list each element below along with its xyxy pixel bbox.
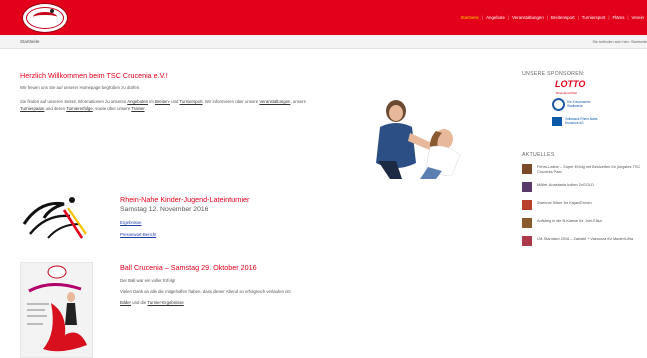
nav-startseite[interactable]: Startseite [457, 15, 482, 20]
nav-angebote[interactable]: Angebote [483, 15, 508, 20]
intro-text: , unsere [290, 99, 306, 104]
sponsor-volksbank-logo[interactable]: Volksbank Rhein-Nahe-Hunsrück eG [552, 116, 602, 128]
nav-flaems[interactable]: Fläms [609, 15, 627, 20]
event-title[interactable]: Rhein-Nahe Kinder-Jugend-Lateinturnier [120, 195, 249, 204]
ball-poster-image [20, 262, 93, 358]
news-item[interactable]: Aufstieg in die B-Klasse für Joel-Elisa [522, 218, 644, 236]
breadcrumb[interactable]: Startseite [20, 39, 39, 44]
intro-text: Sie finden auf unseren Seiten Informatio… [20, 99, 128, 104]
news-item[interactable]: LM-Standard 2016 – Zaklatil + Vakrusza f… [522, 236, 644, 254]
logo-swoosh-shape [33, 12, 57, 22]
sponsors-heading: UNSERE SPONSOREN: [522, 71, 585, 77]
tournament-results-link[interactable]: Turnier-Ergebnisse [147, 300, 183, 305]
sponsor-volksbank-text: Volksbank Rhein-Nahe-Hunsrück eG [565, 117, 599, 125]
link-turniererfolge[interactable]: Turniererfolge [66, 106, 93, 111]
press-report-link[interactable]: Pressewart-Bericht [120, 232, 156, 237]
you-are-here-text: Sie befinden sich hier: Startseite [592, 40, 647, 44]
page-title: Herzlich Willkommen beim TSC Crucenia e.… [20, 71, 168, 80]
sponsor-stadtwerke-logo[interactable]: Die Kreuznacher Stadtwerke [552, 97, 602, 115]
dancing-couple-image [366, 93, 472, 180]
news-item[interactable]: Zweimal Silber für Kajan/Ermen [522, 200, 644, 218]
results-link[interactable]: Ergebnisse [120, 220, 142, 225]
sponsor-lotto-logo[interactable]: LOTTO [555, 79, 585, 89]
intro-text: und [170, 99, 180, 104]
intro-paragraph: Sie finden auf unseren Seiten Informatio… [20, 98, 330, 112]
event-link-row: Pressewart-Bericht [120, 232, 249, 237]
volksbank-icon [552, 117, 562, 126]
news-title[interactable]: Möller-Anastasia holten 2xGOLD [537, 182, 644, 187]
nav-veranstaltungen[interactable]: Veranstaltungen [509, 15, 547, 20]
intro-text: und deren [44, 106, 67, 111]
intro-text: . [144, 106, 146, 111]
intro-text: , sowie über unsere [92, 106, 132, 111]
news-thumbnail [522, 200, 532, 210]
intro-text: . Wir informieren über unsere [202, 99, 260, 104]
news-title[interactable]: Aufstieg in die B-Klasse für Joel-Elisa [537, 218, 644, 223]
sponsor-lotto-sub: Rheinland-Pfalz [556, 91, 578, 95]
nav-turniersport[interactable]: Turniersport [579, 15, 609, 20]
dancer-swirl-icon [22, 197, 87, 239]
nav-breitensport[interactable]: Breitensport [548, 15, 578, 20]
intro-line: Wir freuen uns Sie auf unserer Homepage … [20, 85, 141, 90]
event-title[interactable]: Ball Crucenia – Samstag 29. Oktober 2016 [120, 263, 291, 272]
logo-dancer-shape [50, 9, 54, 13]
news-title[interactable]: LM-Standard 2016 – Zaklatil + Vakrusza f… [537, 236, 644, 241]
sponsor-stadtwerke-text: Die Kreuznacher Stadtwerke [567, 100, 591, 108]
event-link-row: Ergebnisse [120, 220, 249, 225]
news-thumbnail [522, 236, 532, 246]
news-item[interactable]: Fehrs-Latine – Super Erfolg mit Bestzeit… [522, 164, 644, 182]
link-veranstaltungen[interactable]: Veranstaltungen [259, 99, 290, 104]
event-text: Der Ball war ein voller Erfolg! [120, 278, 176, 283]
event-text: und die [131, 300, 148, 305]
link-trainer[interactable]: Trainer [131, 106, 144, 111]
ball-poster-illustration [27, 265, 87, 352]
link-turniersport[interactable]: Turniersport [180, 99, 203, 104]
event-ball-crucenia: Ball Crucenia – Samstag 29. Oktober 2016… [120, 263, 291, 305]
news-heading: AKTUELLES [522, 152, 555, 158]
pictures-link[interactable]: Bilder [120, 300, 131, 305]
nav-verein[interactable]: Verein [629, 15, 647, 20]
news-thumbnail [522, 218, 532, 228]
intro-text: im [148, 99, 155, 104]
news-title[interactable]: Zweimal Silber für Kajan/Ermen [537, 200, 644, 205]
event-text: Vielen Dank an alle die mitgeholfen habe… [120, 289, 291, 294]
event-kinder-jugend: Rhein-Nahe Kinder-Jugend-Lateinturnier S… [120, 195, 249, 237]
news-list: Fehrs-Latine – Super Erfolg mit Bestzeit… [522, 164, 644, 254]
dancing-couple-illustration [376, 100, 461, 179]
news-item[interactable]: Möller-Anastasia holten 2xGOLD [522, 182, 644, 200]
news-title[interactable]: Fehrs-Latine – Super Erfolg mit Bestzeit… [537, 164, 644, 174]
club-logo[interactable] [22, 3, 68, 33]
top-header: Startseite | Angebote | Veranstaltungen | B… [0, 0, 647, 35]
news-thumbnail [522, 182, 532, 192]
breadcrumb-bar: Startseite Sie befinden sich hier: Start… [0, 35, 647, 49]
link-angebote[interactable]: Angeboten [127, 99, 148, 104]
event-dancer-logo-image [20, 194, 92, 240]
stadtwerke-icon [552, 98, 565, 111]
event-date: Samstag 12. November 2016 [120, 206, 209, 213]
link-breitensport[interactable]: Breiten- [155, 99, 170, 104]
link-turnierpaare[interactable]: Turnierpaare [20, 106, 44, 111]
news-thumbnail [522, 164, 532, 174]
main-nav: Startseite | Angebote | Veranstaltungen | B… [457, 15, 647, 20]
event-links-line: Bilder und die Turnier-Ergebnisse [120, 300, 291, 305]
